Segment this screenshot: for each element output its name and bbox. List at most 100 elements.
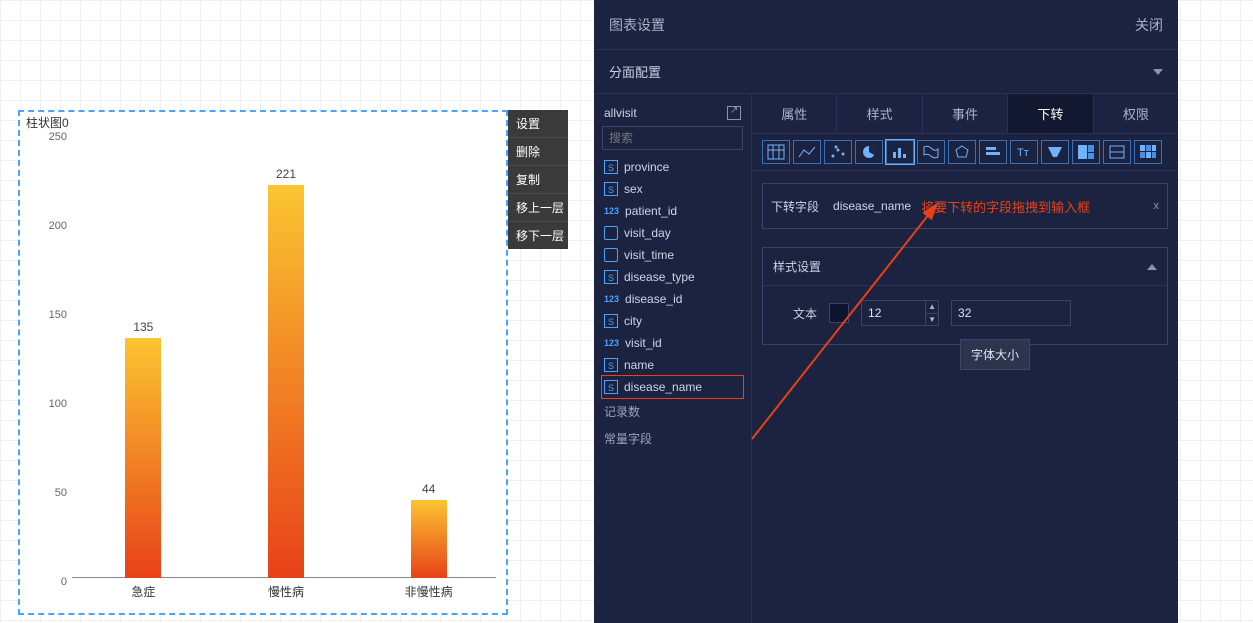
- drill-field-dropzone[interactable]: 下转字段 disease_name 将要下转的字段拖拽到输入框 x: [762, 183, 1168, 229]
- y-tick-label: 250: [42, 131, 67, 143]
- context-menu-item[interactable]: 设置: [508, 110, 568, 138]
- config-tab[interactable]: 样式: [837, 94, 922, 133]
- bar-value-label: 221: [276, 167, 296, 181]
- facet-label: 分面配置: [609, 62, 661, 81]
- config-tab[interactable]: 事件: [923, 94, 1008, 133]
- field-extra-item[interactable]: 记录数: [602, 398, 743, 425]
- field-column: allvisit SprovinceSsex123patient_idvisit…: [594, 94, 752, 623]
- color-swatch[interactable]: [829, 303, 849, 323]
- style-header[interactable]: 样式设置: [763, 248, 1167, 286]
- field-search-input[interactable]: [602, 126, 743, 150]
- datasource-name: allvisit: [604, 106, 637, 120]
- panel-title: 图表设置: [609, 15, 665, 35]
- field-type-icon: S: [604, 314, 618, 328]
- field-item[interactable]: 123disease_id: [602, 288, 743, 310]
- chart-type-hbar-icon[interactable]: [979, 140, 1007, 164]
- field-item[interactable]: Scity: [602, 310, 743, 332]
- field-item[interactable]: Sdisease_type: [602, 266, 743, 288]
- field-item[interactable]: Ssex: [602, 178, 743, 200]
- font-size-input[interactable]: ▲ ▼: [861, 300, 939, 326]
- field-name: disease_id: [625, 292, 682, 306]
- chart-type-pie-icon[interactable]: [855, 140, 883, 164]
- field-name: city: [624, 314, 642, 328]
- close-button[interactable]: 关闭: [1135, 15, 1163, 35]
- step-up-icon[interactable]: ▲: [926, 301, 938, 314]
- bar[interactable]: 135: [125, 338, 161, 578]
- chevron-down-icon: [1153, 69, 1163, 75]
- config-tab[interactable]: 属性: [752, 94, 837, 133]
- config-tab[interactable]: 下转: [1008, 94, 1093, 133]
- bar-chart-widget[interactable]: 柱状图0 050100150200250135急症221慢性病44非慢性病: [18, 110, 508, 615]
- chart-title: 柱状图0: [26, 114, 69, 131]
- field-item[interactable]: Sprovince: [602, 156, 743, 178]
- y-tick-label: 50: [42, 487, 67, 499]
- step-down-icon[interactable]: ▼: [926, 314, 938, 326]
- field-name: visit_id: [625, 336, 662, 350]
- panel-header: 图表设置 关闭: [594, 0, 1178, 50]
- field-item[interactable]: 123 patient_id: [602, 200, 743, 222]
- popout-icon[interactable]: [727, 106, 741, 120]
- context-menu-item[interactable]: 移上一层: [508, 194, 568, 222]
- text-label: 文本: [793, 305, 817, 322]
- style-section: 样式设置 文本 ▲ ▼: [762, 247, 1168, 345]
- field-item[interactable]: Sname: [602, 354, 743, 376]
- field-name: disease_type: [624, 270, 695, 284]
- drop-label: 下转字段: [771, 198, 819, 215]
- field-item[interactable]: 123 visit_id: [602, 332, 743, 354]
- field-item[interactable]: visit_time: [602, 244, 743, 266]
- y-tick-label: 150: [42, 309, 67, 321]
- svg-text:Tᴛ: Tᴛ: [1017, 147, 1029, 159]
- chevron-up-icon: [1147, 264, 1157, 270]
- chart-type-line-icon[interactable]: [793, 140, 821, 164]
- y-tick-label: 200: [42, 220, 67, 232]
- facet-config-row[interactable]: 分面配置: [594, 50, 1178, 94]
- remove-chip-button[interactable]: x: [1154, 200, 1160, 212]
- chart-type-treemap-icon[interactable]: [1072, 140, 1100, 164]
- field-name: visit_time: [624, 248, 674, 262]
- chart-context-menu: 设置删除复制移上一层移下一层: [508, 110, 568, 249]
- bar[interactable]: 221: [268, 185, 304, 578]
- field-type-icon: 123: [604, 336, 619, 350]
- field-type-icon: [604, 226, 618, 240]
- plot-area: 050100150200250135急症221慢性病44非慢性病: [72, 137, 496, 578]
- datasource-row[interactable]: allvisit: [602, 102, 743, 126]
- context-menu-item[interactable]: 复制: [508, 166, 568, 194]
- chart-type-bar-icon[interactable]: [886, 140, 914, 164]
- field-type-icon: 123: [604, 204, 619, 218]
- chart-type-map-icon[interactable]: [917, 140, 945, 164]
- drop-chip[interactable]: disease_name: [833, 199, 911, 213]
- field-name: patient_id: [625, 204, 677, 218]
- bar-value-label: 135: [133, 320, 153, 334]
- context-menu-item[interactable]: 删除: [508, 138, 568, 166]
- chart-type-gauge-icon[interactable]: [1103, 140, 1131, 164]
- config-tab[interactable]: 权限: [1094, 94, 1178, 133]
- field-name: disease_name: [624, 380, 702, 394]
- field-type-icon: [604, 248, 618, 262]
- field-type-icon: S: [604, 182, 618, 196]
- field-type-icon: S: [604, 270, 618, 284]
- field-type-icon: S: [604, 160, 618, 174]
- y-tick-label: 0: [42, 576, 67, 588]
- chart-type-scatter-icon[interactable]: [824, 140, 852, 164]
- config-tabs: 属性样式事件下转权限: [752, 94, 1178, 134]
- chart-type-radar-icon[interactable]: [948, 140, 976, 164]
- bar-value-label: 44: [422, 482, 435, 496]
- field-name: province: [624, 160, 669, 174]
- field-extra-item[interactable]: 常量字段: [602, 425, 743, 452]
- x-tick-label: 急症: [113, 583, 173, 600]
- x-tick-label: 非慢性病: [399, 583, 459, 600]
- x-tick-label: 慢性病: [256, 583, 316, 600]
- field-name: name: [624, 358, 654, 372]
- chart-type-table-icon[interactable]: [762, 140, 790, 164]
- chart-type-text-icon[interactable]: Tᴛ: [1010, 140, 1038, 164]
- field-item[interactable]: Sdisease_name: [602, 376, 743, 398]
- bar[interactable]: 44: [411, 500, 447, 578]
- chart-type-funnel-icon[interactable]: [1041, 140, 1069, 164]
- secondary-input[interactable]: [951, 300, 1071, 326]
- field-name: sex: [624, 182, 643, 196]
- field-item[interactable]: visit_day: [602, 222, 743, 244]
- config-column: 属性样式事件下转权限 Tᴛ 下转字段 disease_name 将要下转的字段拖…: [752, 94, 1178, 623]
- context-menu-item[interactable]: 移下一层: [508, 222, 568, 249]
- field-type-icon: S: [604, 380, 618, 394]
- chart-type-heatmap-icon[interactable]: [1134, 140, 1162, 164]
